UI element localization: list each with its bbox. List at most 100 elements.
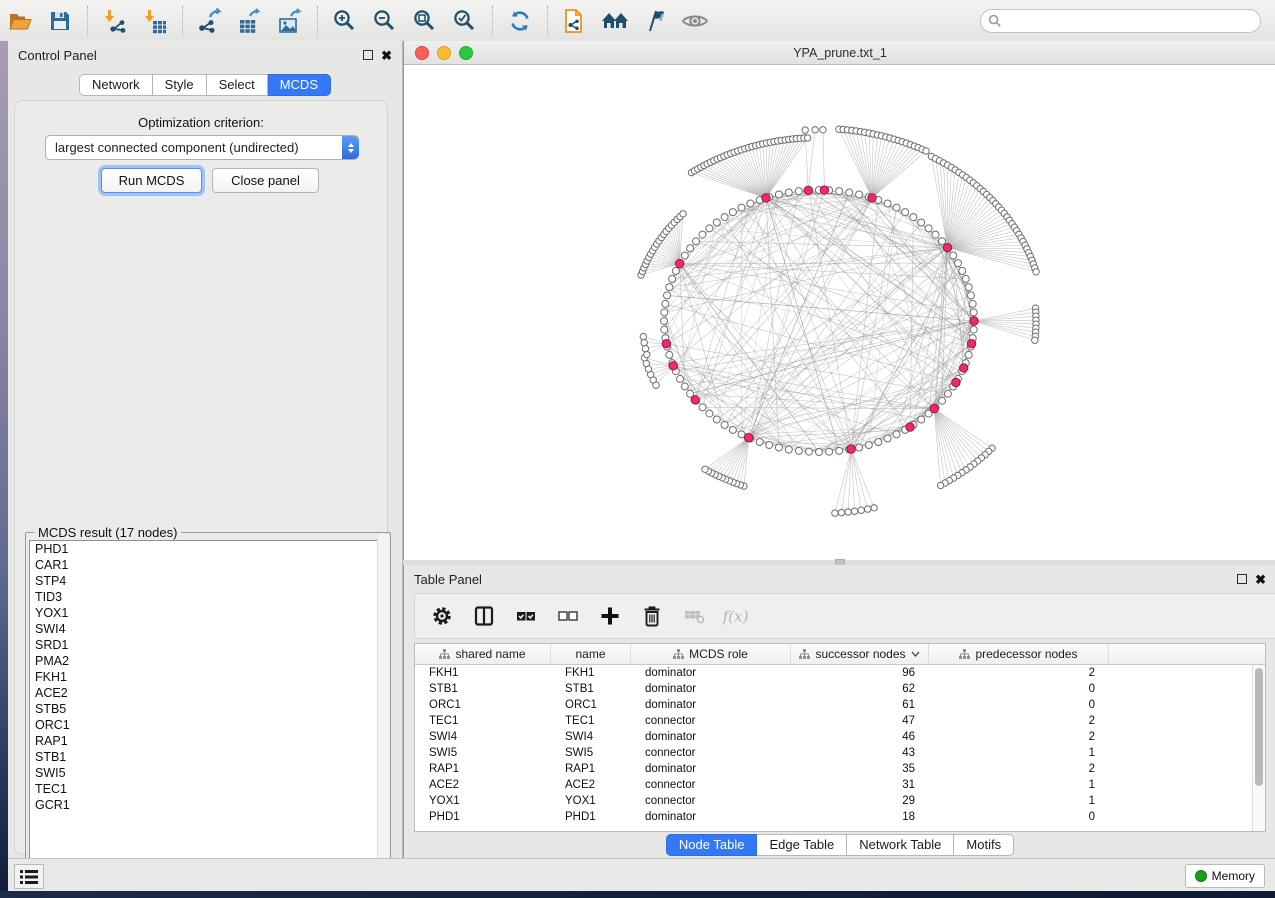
table-row[interactable]: PHD1PHD1dominator180	[415, 809, 1265, 825]
cell-successor-nodes[interactable]: 62	[791, 681, 929, 697]
mcds-list-scrollbar[interactable]	[377, 534, 389, 898]
import-network-icon[interactable]	[100, 6, 130, 36]
cell-successor-nodes[interactable]: 96	[791, 665, 929, 681]
tab-edge-table[interactable]: Edge Table	[757, 834, 847, 856]
add-column-icon[interactable]	[595, 601, 625, 631]
cell-MCDS-role[interactable]: connector	[631, 745, 791, 761]
list-item[interactable]: YOX1	[30, 605, 386, 621]
list-item[interactable]: SWI5	[30, 765, 386, 781]
list-item[interactable]: PMA2	[30, 653, 386, 669]
cell-shared-name[interactable]: PHD1	[415, 809, 551, 825]
table-row[interactable]: YOX1YOX1connector291	[415, 793, 1265, 809]
table-row[interactable]: SWI4SWI4dominator462	[415, 729, 1265, 745]
search-field[interactable]	[980, 9, 1261, 33]
cell-name[interactable]: ORC1	[551, 697, 631, 713]
cell-shared-name[interactable]: STB1	[415, 681, 551, 697]
criterion-dropdown[interactable]: largest connected component (undirected)	[45, 135, 359, 160]
tab-style[interactable]: Style	[153, 74, 207, 96]
cell-MCDS-role[interactable]: connector	[631, 793, 791, 809]
cell-name[interactable]: SWI5	[551, 745, 631, 761]
cell-name[interactable]: FKH1	[551, 665, 631, 681]
cell-name[interactable]: TEC1	[551, 713, 631, 729]
cell-successor-nodes[interactable]: 29	[791, 793, 929, 809]
float-panel-icon[interactable]	[363, 50, 373, 60]
unselect-all-icon[interactable]	[553, 601, 583, 631]
save-session-icon[interactable]	[45, 6, 75, 36]
cell-MCDS-role[interactable]: dominator	[631, 697, 791, 713]
tab-mcds[interactable]: MCDS	[268, 74, 331, 96]
table-scrollbar-thumb[interactable]	[1255, 668, 1263, 786]
refresh-icon[interactable]	[505, 6, 535, 36]
table-row[interactable]: RAP1RAP1dominator352	[415, 761, 1265, 777]
cell-shared-name[interactable]: ORC1	[415, 697, 551, 713]
cell-MCDS-role[interactable]: dominator	[631, 809, 791, 825]
cell-name[interactable]: YOX1	[551, 793, 631, 809]
network-canvas[interactable]	[404, 65, 1275, 560]
list-item[interactable]: ACE2	[30, 685, 386, 701]
cell-shared-name[interactable]: TEC1	[415, 713, 551, 729]
memory-button[interactable]: Memory	[1185, 864, 1265, 888]
cell-predecessor-nodes[interactable]: 0	[929, 697, 1109, 713]
table-row[interactable]: TEC1TEC1connector472	[415, 713, 1265, 729]
cell-MCDS-role[interactable]: dominator	[631, 729, 791, 745]
cell-shared-name[interactable]: YOX1	[415, 793, 551, 809]
cell-MCDS-role[interactable]: dominator	[631, 681, 791, 697]
zoom-fit-icon[interactable]	[410, 6, 440, 36]
cell-shared-name[interactable]: RAP1	[415, 761, 551, 777]
list-item[interactable]: PHD1	[30, 541, 386, 557]
tab-network-table[interactable]: Network Table	[847, 834, 954, 856]
cell-MCDS-role[interactable]: dominator	[631, 761, 791, 777]
cell-successor-nodes[interactable]: 35	[791, 761, 929, 777]
cell-name[interactable]: RAP1	[551, 761, 631, 777]
list-item[interactable]: RAP1	[30, 733, 386, 749]
cell-successor-nodes[interactable]: 31	[791, 777, 929, 793]
table-row[interactable]: SWI5SWI5connector431	[415, 745, 1265, 761]
zoom-in-icon[interactable]	[330, 6, 360, 36]
column-header-predecessor-nodes[interactable]: predecessor nodes	[929, 644, 1109, 664]
list-item[interactable]: GCR1	[30, 797, 386, 813]
cell-MCDS-role[interactable]: dominator	[631, 665, 791, 681]
list-item[interactable]: SRD1	[30, 637, 386, 653]
cell-predecessor-nodes[interactable]: 2	[929, 761, 1109, 777]
tab-node-table[interactable]: Node Table	[666, 834, 758, 856]
cell-predecessor-nodes[interactable]: 1	[929, 777, 1109, 793]
cell-predecessor-nodes[interactable]: 1	[929, 745, 1109, 761]
open-file-icon[interactable]	[5, 6, 35, 36]
cell-predecessor-nodes[interactable]: 1	[929, 793, 1109, 809]
list-item[interactable]: TEC1	[30, 781, 386, 797]
cell-successor-nodes[interactable]: 47	[791, 713, 929, 729]
cell-predecessor-nodes[interactable]: 0	[929, 681, 1109, 697]
cell-name[interactable]: PHD1	[551, 809, 631, 825]
close-panel-button[interactable]: Close panel	[212, 168, 319, 193]
cell-shared-name[interactable]: FKH1	[415, 665, 551, 681]
column-header-shared-name[interactable]: shared name	[415, 644, 551, 664]
float-panel-icon[interactable]	[1237, 574, 1247, 584]
table-row[interactable]: ORC1ORC1dominator610	[415, 697, 1265, 713]
network-graph[interactable]	[404, 65, 1275, 560]
show-graphics-details-eye-icon[interactable]	[680, 6, 710, 36]
column-header-name[interactable]: name	[551, 644, 631, 664]
list-item[interactable]: FKH1	[30, 669, 386, 685]
delete-column-trash-icon[interactable]	[637, 601, 667, 631]
close-panel-icon[interactable]: ✖	[1255, 573, 1266, 586]
run-mcds-button[interactable]: Run MCDS	[101, 168, 202, 193]
open-network-file-icon[interactable]	[560, 6, 590, 36]
automation-panel-button[interactable]	[14, 864, 44, 889]
cell-MCDS-role[interactable]: connector	[631, 777, 791, 793]
split-panel-icon[interactable]	[469, 601, 499, 631]
table-row[interactable]: STB1STB1dominator620	[415, 681, 1265, 697]
cell-successor-nodes[interactable]: 46	[791, 729, 929, 745]
list-item[interactable]: STB1	[30, 749, 386, 765]
cell-predecessor-nodes[interactable]: 0	[929, 809, 1109, 825]
zoom-selected-icon[interactable]	[450, 6, 480, 36]
cell-predecessor-nodes[interactable]: 2	[929, 713, 1109, 729]
column-header-MCDS-role[interactable]: MCDS role	[631, 644, 791, 664]
close-panel-icon[interactable]: ✖	[381, 49, 392, 62]
cell-shared-name[interactable]: ACE2	[415, 777, 551, 793]
list-item[interactable]: STP4	[30, 573, 386, 589]
list-item[interactable]: STB5	[30, 701, 386, 717]
tab-motifs[interactable]: Motifs	[954, 834, 1014, 856]
zoom-out-icon[interactable]	[370, 6, 400, 36]
list-item[interactable]: SWI4	[30, 621, 386, 637]
cell-shared-name[interactable]: SWI5	[415, 745, 551, 761]
